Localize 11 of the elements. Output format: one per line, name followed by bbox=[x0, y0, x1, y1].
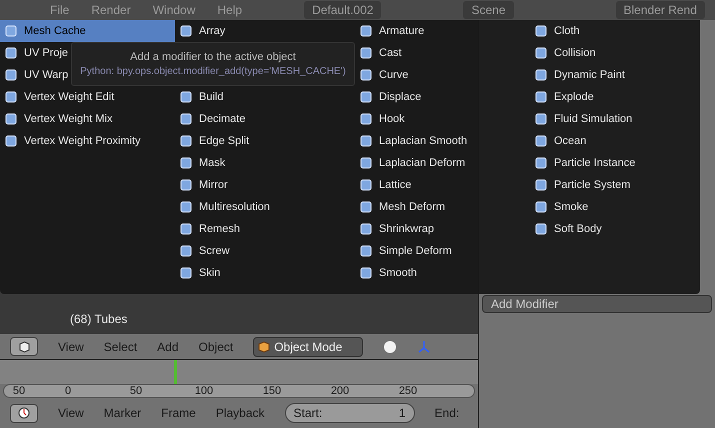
ruler-number: 50 bbox=[128, 386, 144, 396]
ruler-number: 250 bbox=[398, 386, 418, 396]
ruler-number: 200 bbox=[330, 386, 350, 396]
tooltip-python: Python: bpy.ops.object.modifier_add(type='MESH_CACHE') bbox=[80, 64, 346, 78]
ruler-number: 150 bbox=[262, 386, 282, 396]
end-label: End: bbox=[434, 405, 460, 422]
ruler-number: 0 bbox=[64, 386, 72, 396]
ruler-number: 100 bbox=[194, 386, 214, 396]
tooltip-description: Add a modifier to the active object bbox=[130, 50, 296, 64]
object-label: (68) Tubes bbox=[70, 311, 128, 328]
ruler-number: 50 bbox=[12, 386, 26, 396]
